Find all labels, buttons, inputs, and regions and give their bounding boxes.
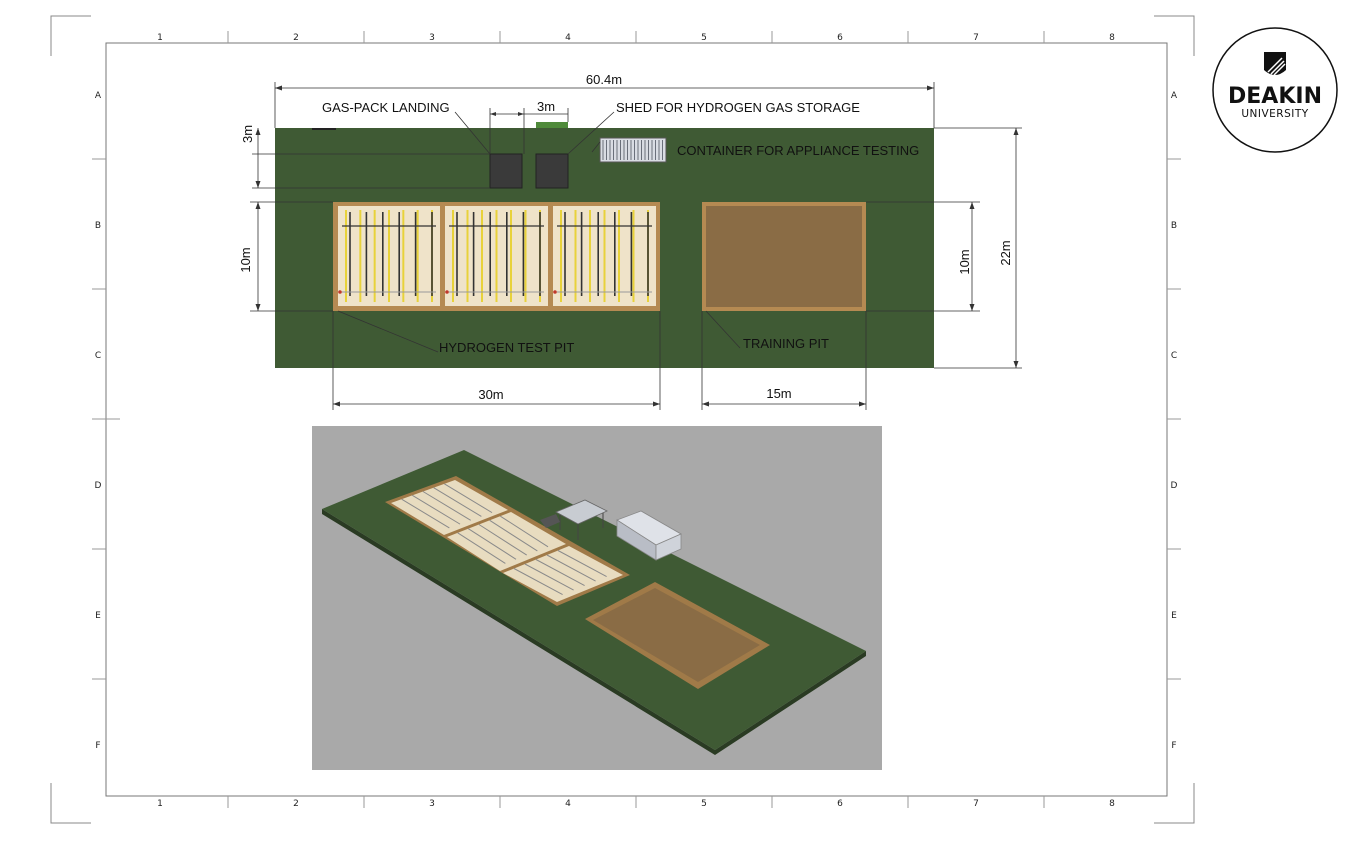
row-label: C xyxy=(95,351,101,361)
dim-pit-depth-right: 10m xyxy=(957,249,972,274)
training-pit xyxy=(702,202,866,311)
deakin-shield-icon xyxy=(1264,52,1286,76)
col-label: 2 xyxy=(293,33,299,43)
hydrogen-shed xyxy=(535,153,569,189)
col-label: 1 xyxy=(157,33,163,43)
row-label: A xyxy=(1171,91,1178,101)
site-plan: 60.4m 3m 3m 10m 10m 22m 30m 15m GAS-PACK… xyxy=(238,72,1022,410)
row-label: F xyxy=(95,741,100,751)
dim-hydrogen-pit-length: 30m xyxy=(478,387,503,402)
valve-marker xyxy=(445,290,449,294)
label-training-pit: TRAINING PIT xyxy=(743,336,829,351)
col-label: 2 xyxy=(293,799,299,809)
col-label: 5 xyxy=(701,33,707,43)
dim-training-pit-length: 15m xyxy=(766,386,791,401)
col-label: 8 xyxy=(1109,799,1115,809)
logo-line2: UNIVERSITY xyxy=(1241,108,1308,120)
col-label: 3 xyxy=(429,33,435,43)
col-label: 6 xyxy=(837,799,843,809)
row-label: E xyxy=(1171,611,1177,621)
row-label: E xyxy=(95,611,101,621)
valve-marker xyxy=(338,290,342,294)
col-label: 3 xyxy=(429,799,435,809)
engineering-drawing-sheet: 1 2 3 4 5 6 7 8 1 2 3 4 5 6 7 8 A B C D … xyxy=(50,15,1338,824)
row-labels-left: A B C D E F xyxy=(95,91,102,751)
col-label: 7 xyxy=(973,33,979,43)
row-label: B xyxy=(95,221,101,231)
label-shed: SHED FOR HYDROGEN GAS STORAGE xyxy=(616,100,860,115)
dim-pit-depth-left: 10m xyxy=(238,247,253,272)
label-hydrogen-test-pit: HYDROGEN TEST PIT xyxy=(439,340,574,355)
site-small-marker xyxy=(312,128,336,130)
row-label: B xyxy=(1171,221,1177,231)
row-label: D xyxy=(95,481,102,491)
dim-site-width: 22m xyxy=(998,240,1013,265)
col-label: 4 xyxy=(565,33,571,43)
col-label: 8 xyxy=(1109,33,1115,43)
dim-shed-width: 3m xyxy=(537,99,555,114)
row-label: F xyxy=(1171,741,1176,751)
site-3d-render xyxy=(312,426,882,770)
row-labels-right: A B C D E F xyxy=(1171,91,1178,751)
col-label: 4 xyxy=(565,799,571,809)
row-label: D xyxy=(1171,481,1178,491)
shed-roof-marker xyxy=(536,122,568,128)
logo-line1: DEAKIN xyxy=(1228,84,1322,109)
deakin-logo: DEAKIN UNIVERSITY xyxy=(1212,27,1338,153)
appliance-testing-container xyxy=(599,137,667,163)
col-label: 6 xyxy=(837,33,843,43)
hydrogen-test-pit xyxy=(333,202,660,311)
col-label: 1 xyxy=(157,799,163,809)
row-label: C xyxy=(1171,351,1177,361)
col-label: 5 xyxy=(701,799,707,809)
gas-pack-landing-pad xyxy=(489,153,523,189)
dim-overall-length: 60.4m xyxy=(586,72,622,87)
col-label: 7 xyxy=(973,799,979,809)
dim-landing-depth: 3m xyxy=(240,125,255,143)
row-label: A xyxy=(95,91,102,101)
label-container: CONTAINER FOR APPLIANCE TESTING xyxy=(677,143,919,158)
label-gas-pack-landing: GAS-PACK LANDING xyxy=(322,100,450,115)
valve-marker xyxy=(553,290,557,294)
